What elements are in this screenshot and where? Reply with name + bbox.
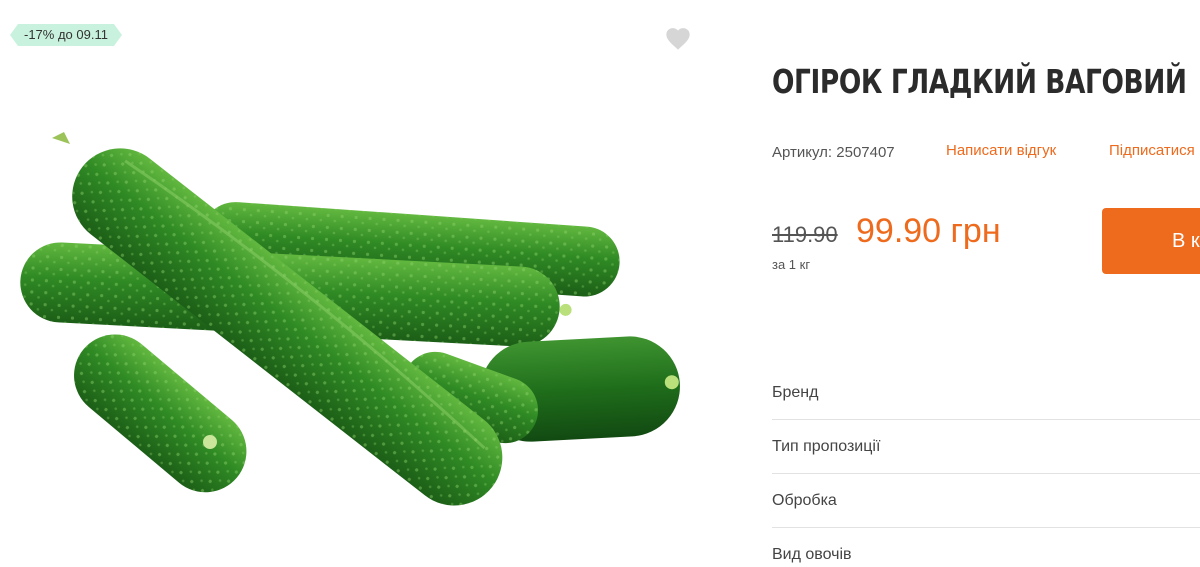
product-gallery: -17% до 09.11 (0, 0, 720, 567)
product-image-cucumbers[interactable] (0, 110, 700, 530)
attribute-row-brand[interactable]: Бренд (772, 366, 1200, 420)
attribute-row-vegetable-type[interactable]: Вид овочів (772, 528, 1200, 567)
add-to-cart-button[interactable]: В кошик (1102, 208, 1200, 274)
old-price: 119.90 (772, 222, 838, 247)
attribute-list: Бренд Тип пропозиції Обробка Вид овочів (772, 366, 1200, 567)
sku-label: Артикул: 2507407 (772, 144, 895, 161)
product-info: ОГІРОК ГЛАДКИЙ ВАГОВИЙ Артикул: 2507407 … (772, 0, 1200, 567)
current-price: 99.90 грн (856, 212, 1001, 250)
write-review-link[interactable]: Написати відгук (946, 142, 1056, 159)
discount-badge: -17% до 09.11 (10, 24, 122, 46)
heart-icon[interactable] (664, 25, 692, 51)
attribute-row-offer-type[interactable]: Тип пропозиції (772, 420, 1200, 474)
subscribe-link[interactable]: Підписатися (1109, 142, 1195, 159)
price-unit: за 1 кг (772, 257, 811, 272)
product-title: ОГІРОК ГЛАДКИЙ ВАГОВИЙ (772, 62, 1187, 101)
attribute-row-processing[interactable]: Обробка (772, 474, 1200, 528)
product-page: -17% до 09.11 ОГІРОК ГЛАДКИЙ ВАГОВИЙ Арт… (0, 0, 1200, 567)
